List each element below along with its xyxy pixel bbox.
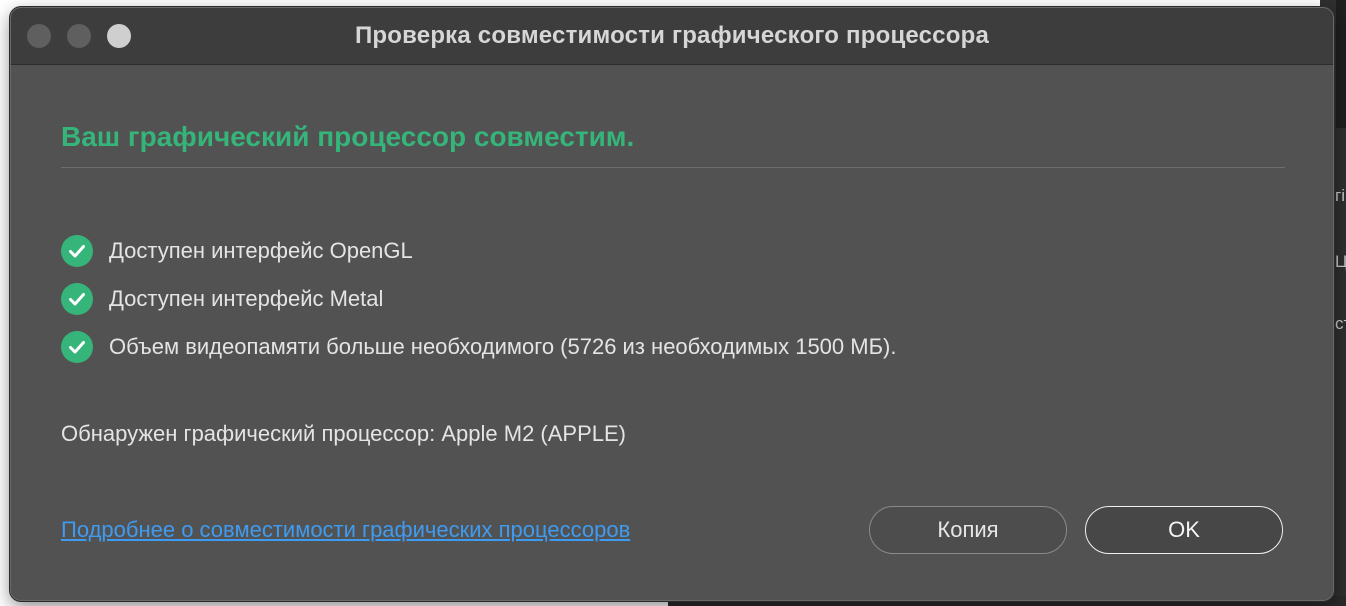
gpu-compatibility-dialog: Проверка совместимости графического проц… — [10, 7, 1334, 601]
compatibility-headline: Ваш графический процессор совместим. — [61, 121, 635, 152]
check-label: Объем видеопамяти больше необходимого (5… — [109, 334, 897, 359]
gpu-detected-text: Обнаружен графический процессор: Apple M… — [61, 421, 626, 446]
check-item-vram: Объем видеопамяти больше необходимого (5… — [61, 331, 896, 363]
window-title: Проверка совместимости графического проц… — [354, 22, 990, 49]
background-text-fragment: гі — [1335, 186, 1345, 205]
title-bar[interactable]: Проверка совместимости графического проц… — [11, 8, 1333, 65]
check-circle-icon — [61, 283, 93, 315]
check-label: Доступен интерфейс OpenGL — [109, 238, 413, 263]
check-item-opengl: Доступен интерфейс OpenGL — [61, 235, 413, 267]
divider — [61, 167, 1285, 168]
check-item-metal: Доступен интерфейс Metal — [61, 283, 383, 315]
gpu-compatibility-link[interactable]: Подробнее о совместимости графических пр… — [61, 517, 630, 543]
ok-button[interactable]: OK — [1085, 506, 1283, 554]
background-window-top — [1336, 0, 1346, 128]
background-text-fragment: ст — [1335, 314, 1346, 333]
check-circle-icon — [61, 331, 93, 363]
background-text-fragment: Цс — [1335, 252, 1346, 271]
check-circle-icon — [61, 235, 93, 267]
check-label: Доступен интерфейс Metal — [109, 286, 384, 311]
copy-button[interactable]: Копия — [869, 506, 1067, 554]
